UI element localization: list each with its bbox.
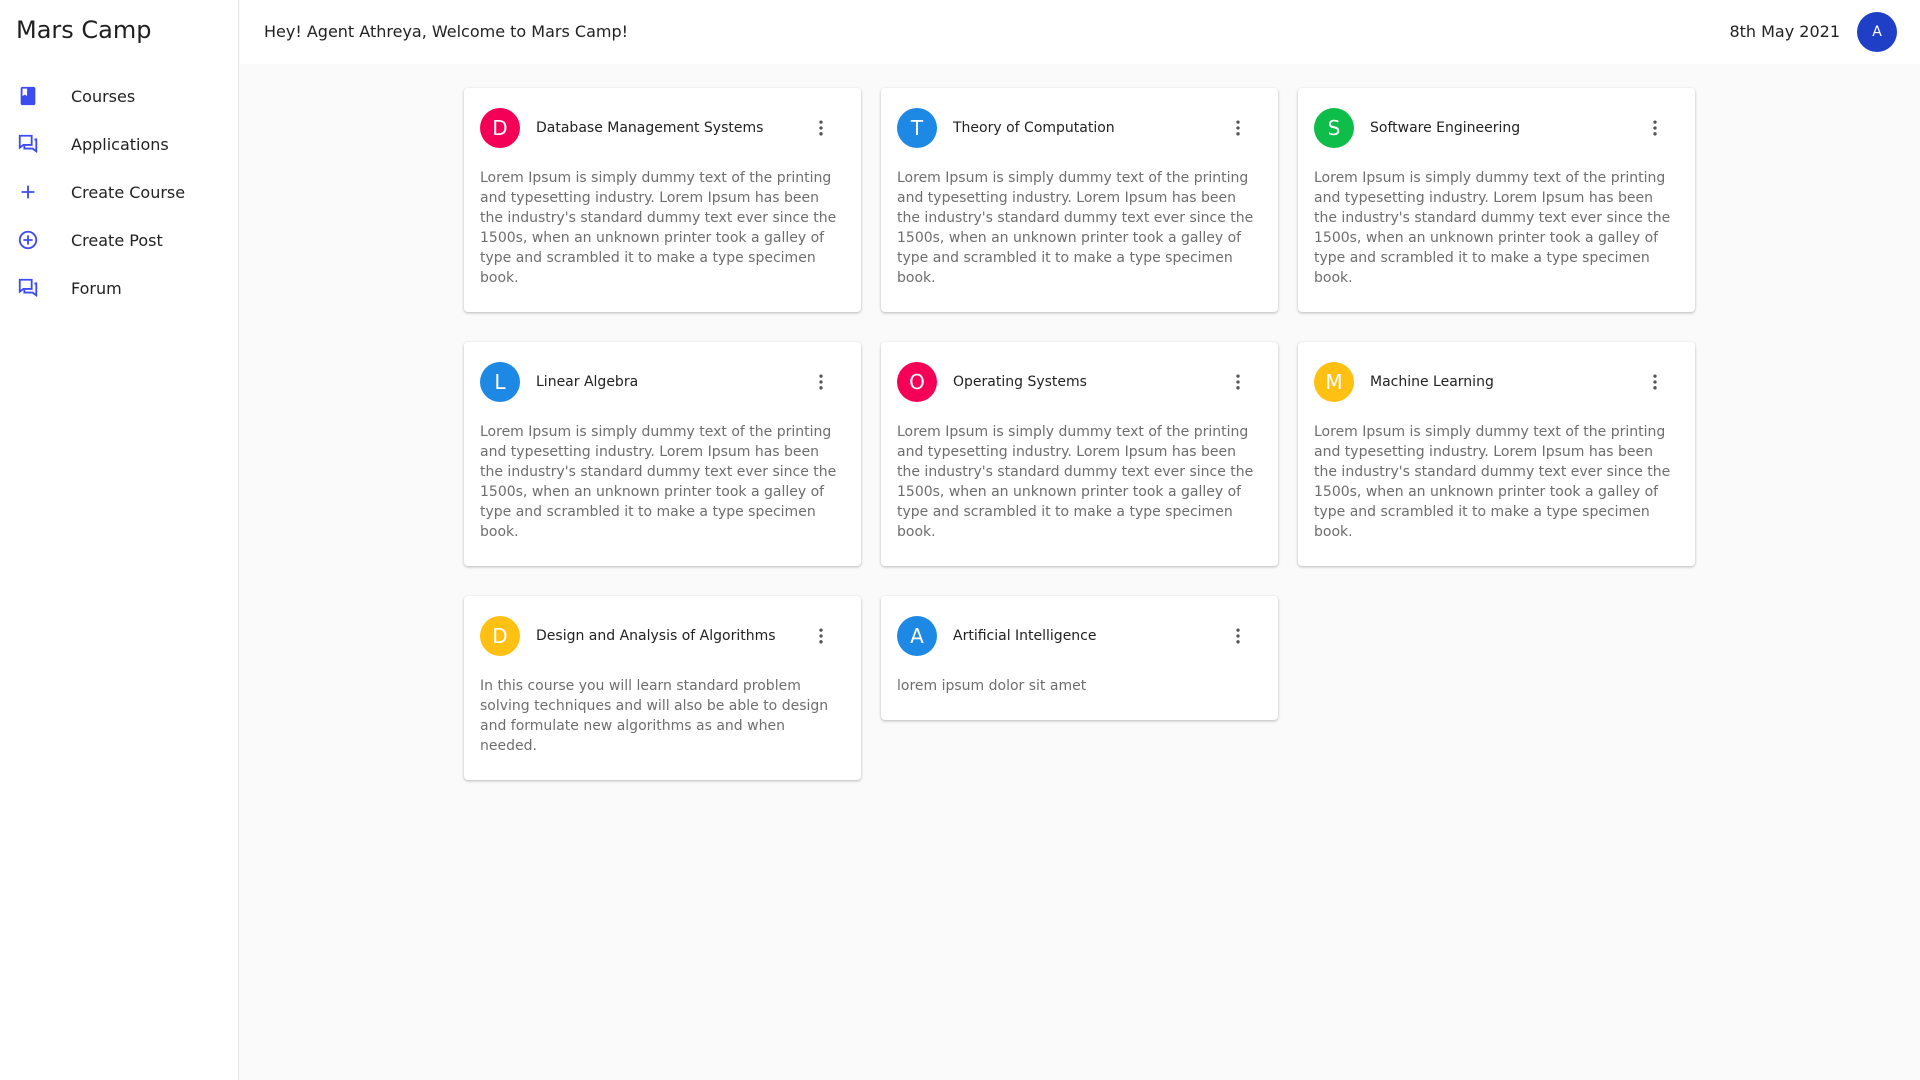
avatar[interactable]: A [1857, 12, 1897, 52]
more-vert-icon[interactable] [1228, 626, 1248, 646]
course-description: Lorem Ipsum is simply dummy text of the … [1314, 170, 1671, 286]
card-header: L Linear Algebra [480, 362, 845, 402]
course-title: Design and Analysis of Algorithms [536, 628, 776, 644]
more-vert-icon[interactable] [1645, 372, 1665, 392]
more-vert-icon[interactable] [811, 372, 831, 392]
app-title: Mars Camp [16, 16, 152, 44]
sidebar-item-label: Applications [71, 134, 169, 154]
more-vert-icon[interactable] [811, 626, 831, 646]
sidebar-item-create-course[interactable]: Create Course [0, 168, 238, 216]
course-card[interactable]: T Theory of Computation Lorem Ipsum is s… [881, 88, 1278, 312]
course-card[interactable]: D Design and Analysis of Algorithms In t… [464, 596, 861, 780]
course-title: Artificial Intelligence [953, 628, 1097, 644]
card-header: D Design and Analysis of Algorithms [480, 616, 845, 656]
course-description: Lorem Ipsum is simply dummy text of the … [897, 170, 1254, 286]
sidebar-nav: Courses Applications Create Course Creat… [0, 72, 238, 312]
more-vert-icon[interactable] [1228, 372, 1248, 392]
card-header: T Theory of Computation [897, 108, 1262, 148]
course-title: Database Management Systems [536, 120, 764, 136]
card-header: S Software Engineering [1314, 108, 1679, 148]
course-description: lorem ipsum dolor sit amet [897, 678, 1087, 694]
current-date: 8th May 2021 [1729, 22, 1840, 41]
course-description: Lorem Ipsum is simply dummy text of the … [480, 170, 837, 286]
sidebar-item-applications[interactable]: Applications [0, 120, 238, 168]
course-avatar: S [1314, 108, 1354, 148]
plus-icon [16, 180, 40, 204]
card-header: A Artificial Intelligence [897, 616, 1262, 656]
course-grid: D Database Management Systems Lorem Ipsu… [464, 88, 1697, 780]
sidebar-item-label: Create Post [71, 230, 163, 250]
book-icon [16, 84, 40, 108]
course-card[interactable]: D Database Management Systems Lorem Ipsu… [464, 88, 861, 312]
sidebar-item-label: Forum [71, 278, 122, 298]
course-avatar: D [480, 616, 520, 656]
more-vert-icon[interactable] [1645, 118, 1665, 138]
course-avatar: A [897, 616, 937, 656]
sidebar-item-create-post[interactable]: Create Post [0, 216, 238, 264]
course-card[interactable]: O Operating Systems Lorem Ipsum is simpl… [881, 342, 1278, 566]
forum-icon [16, 276, 40, 300]
course-avatar: O [897, 362, 937, 402]
course-title: Software Engineering [1370, 120, 1521, 136]
more-vert-icon[interactable] [811, 118, 831, 138]
course-description: Lorem Ipsum is simply dummy text of the … [1314, 424, 1671, 540]
course-card[interactable]: S Software Engineering Lorem Ipsum is si… [1298, 88, 1695, 312]
course-avatar: L [480, 362, 520, 402]
sidebar-item-forum[interactable]: Forum [0, 264, 238, 312]
course-avatar: T [897, 108, 937, 148]
welcome-message: Hey! Agent Athreya, Welcome to Mars Camp… [264, 22, 629, 41]
course-description: Lorem Ipsum is simply dummy text of the … [480, 424, 837, 540]
course-avatar: D [480, 108, 520, 148]
card-header: M Machine Learning [1314, 362, 1679, 402]
sidebar-item-label: Courses [71, 86, 136, 106]
sidebar: Mars Camp Courses Applications Create Co… [0, 0, 239, 1080]
card-header: D Database Management Systems [480, 108, 845, 148]
more-vert-icon[interactable] [1228, 118, 1248, 138]
sidebar-item-label: Create Course [71, 182, 186, 202]
course-description: In this course you will learn standard p… [480, 678, 829, 754]
course-card[interactable]: A Artificial Intelligence lorem ipsum do… [881, 596, 1278, 720]
course-card[interactable]: M Machine Learning Lorem Ipsum is simply… [1298, 342, 1695, 566]
course-avatar: M [1314, 362, 1354, 402]
course-description: Lorem Ipsum is simply dummy text of the … [897, 424, 1254, 540]
course-title: Linear Algebra [536, 374, 639, 390]
forum-icon [16, 132, 40, 156]
card-header: O Operating Systems [897, 362, 1262, 402]
course-title: Machine Learning [1370, 374, 1494, 390]
top-app-bar: Hey! Agent Athreya, Welcome to Mars Camp… [240, 0, 1920, 64]
course-card[interactable]: L Linear Algebra Lorem Ipsum is simply d… [464, 342, 861, 566]
sidebar-item-courses[interactable]: Courses [0, 72, 238, 120]
course-title: Theory of Computation [953, 120, 1115, 136]
course-title: Operating Systems [953, 374, 1087, 390]
add-circle-icon [16, 228, 40, 252]
